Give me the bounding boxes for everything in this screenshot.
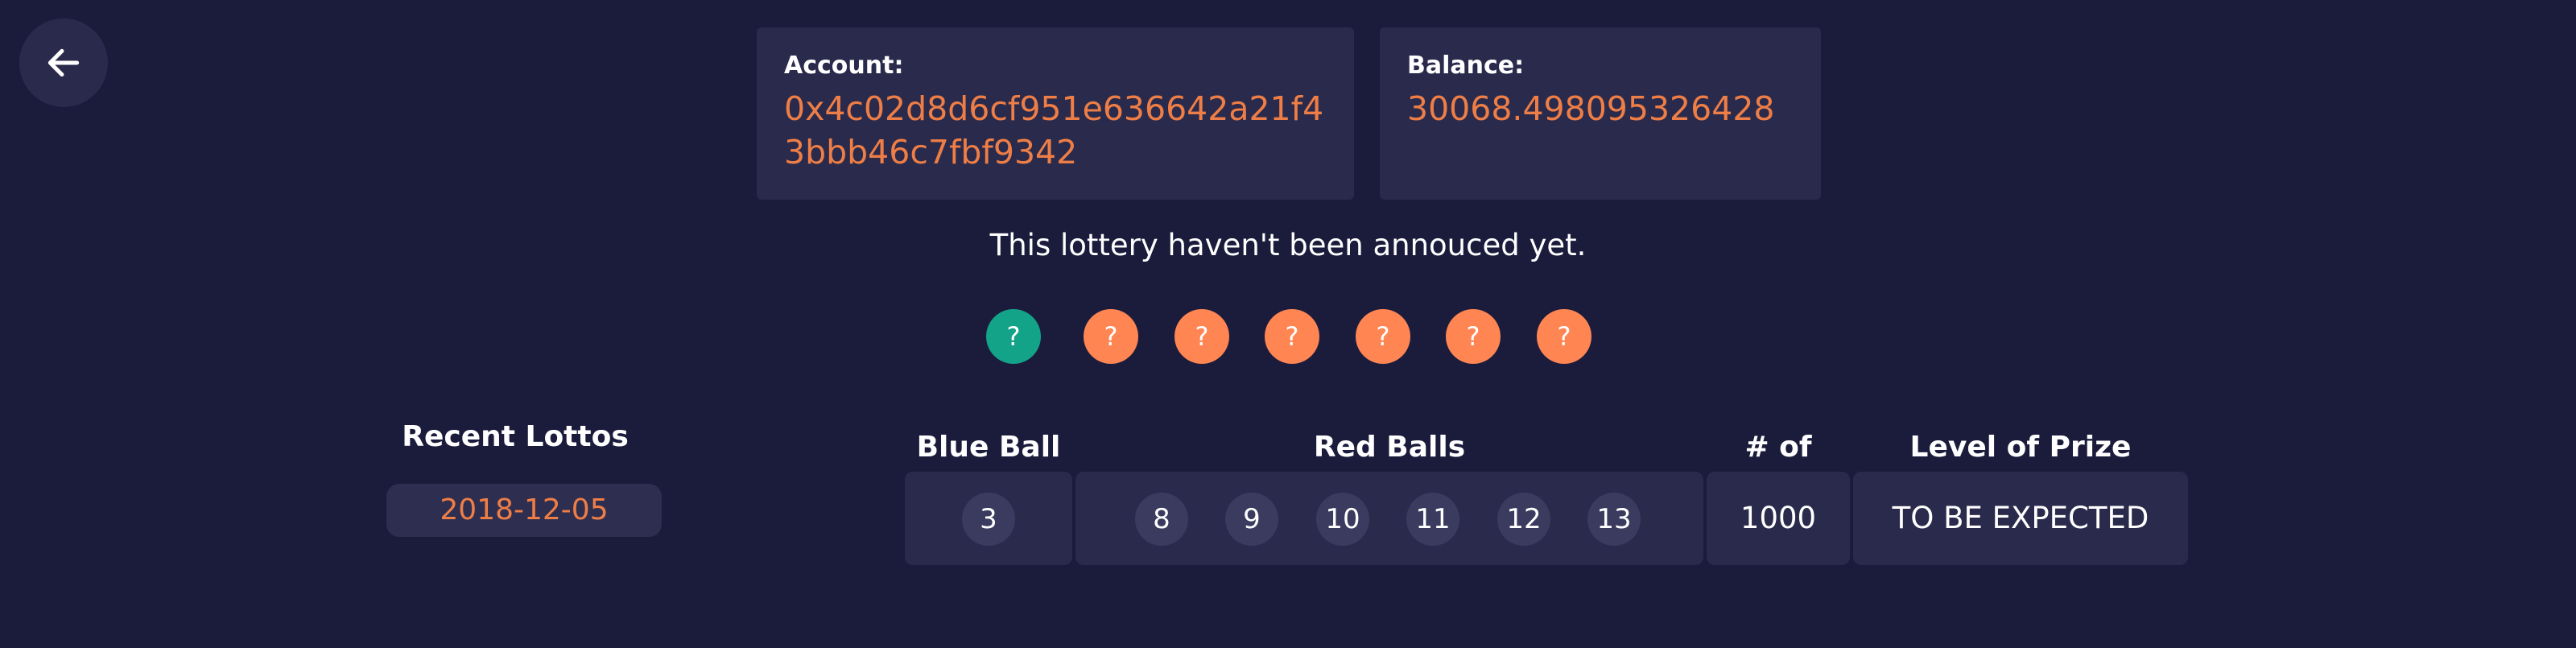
account-card: Account: 0x4c02d8d6cf951e636642a21f43bbb… — [757, 27, 1354, 200]
red-ball-number: 10 — [1316, 493, 1369, 546]
red-balls-header: Red Balls — [1313, 431, 1466, 464]
recent-lottos-title: Recent Lottos — [402, 420, 629, 453]
red-ball-number: 11 — [1406, 493, 1459, 546]
red-ball-number: 9 — [1225, 493, 1278, 546]
balance-label: Balance: — [1407, 52, 1525, 80]
balance-card: Balance: 30068.498095326428 — [1380, 27, 1821, 200]
recent-lotto-item[interactable]: 2018-12-05 — [386, 484, 662, 537]
account-address: 0x4c02d8d6cf951e636642a21f43bbb46c7fbf93… — [784, 89, 1324, 171]
red-draw-ball[interactable]: ? — [1446, 309, 1501, 364]
red-draw-ball[interactable]: ? — [1356, 309, 1410, 364]
red-draw-ball[interactable]: ? — [1265, 309, 1319, 364]
blue-draw-ball[interactable]: ? — [986, 309, 1041, 364]
blue-ball-number: 3 — [962, 493, 1015, 546]
red-draw-ball[interactable]: ? — [1537, 309, 1591, 364]
bets-cell: 1000 — [1707, 472, 1850, 565]
red-ball-number: 12 — [1497, 493, 1550, 546]
bets-count: 1000 — [1740, 501, 1817, 535]
account-label: Account: — [784, 52, 904, 80]
arrow-left-icon — [47, 48, 80, 77]
blue-ball-header: Blue Ball — [916, 431, 1061, 464]
prize-level-value: TO BE EXPECTED — [1892, 501, 2149, 535]
lottery-status-message: This lottery haven't been annouced yet. — [989, 228, 1587, 262]
red-ball-number: 8 — [1135, 493, 1188, 546]
red-balls-cell: 8 9 10 11 12 13 — [1075, 472, 1703, 565]
prize-level-cell: TO BE EXPECTED — [1853, 472, 2188, 565]
balance-value: 30068.498095326428 — [1407, 89, 1775, 128]
red-draw-ball[interactable]: ? — [1084, 309, 1138, 364]
prize-level-header: Level of Prize — [1909, 431, 2132, 464]
blue-ball-cell: 3 — [905, 472, 1072, 565]
back-button[interactable] — [19, 19, 108, 107]
red-ball-number: 13 — [1587, 493, 1641, 546]
red-draw-ball[interactable]: ? — [1174, 309, 1229, 364]
